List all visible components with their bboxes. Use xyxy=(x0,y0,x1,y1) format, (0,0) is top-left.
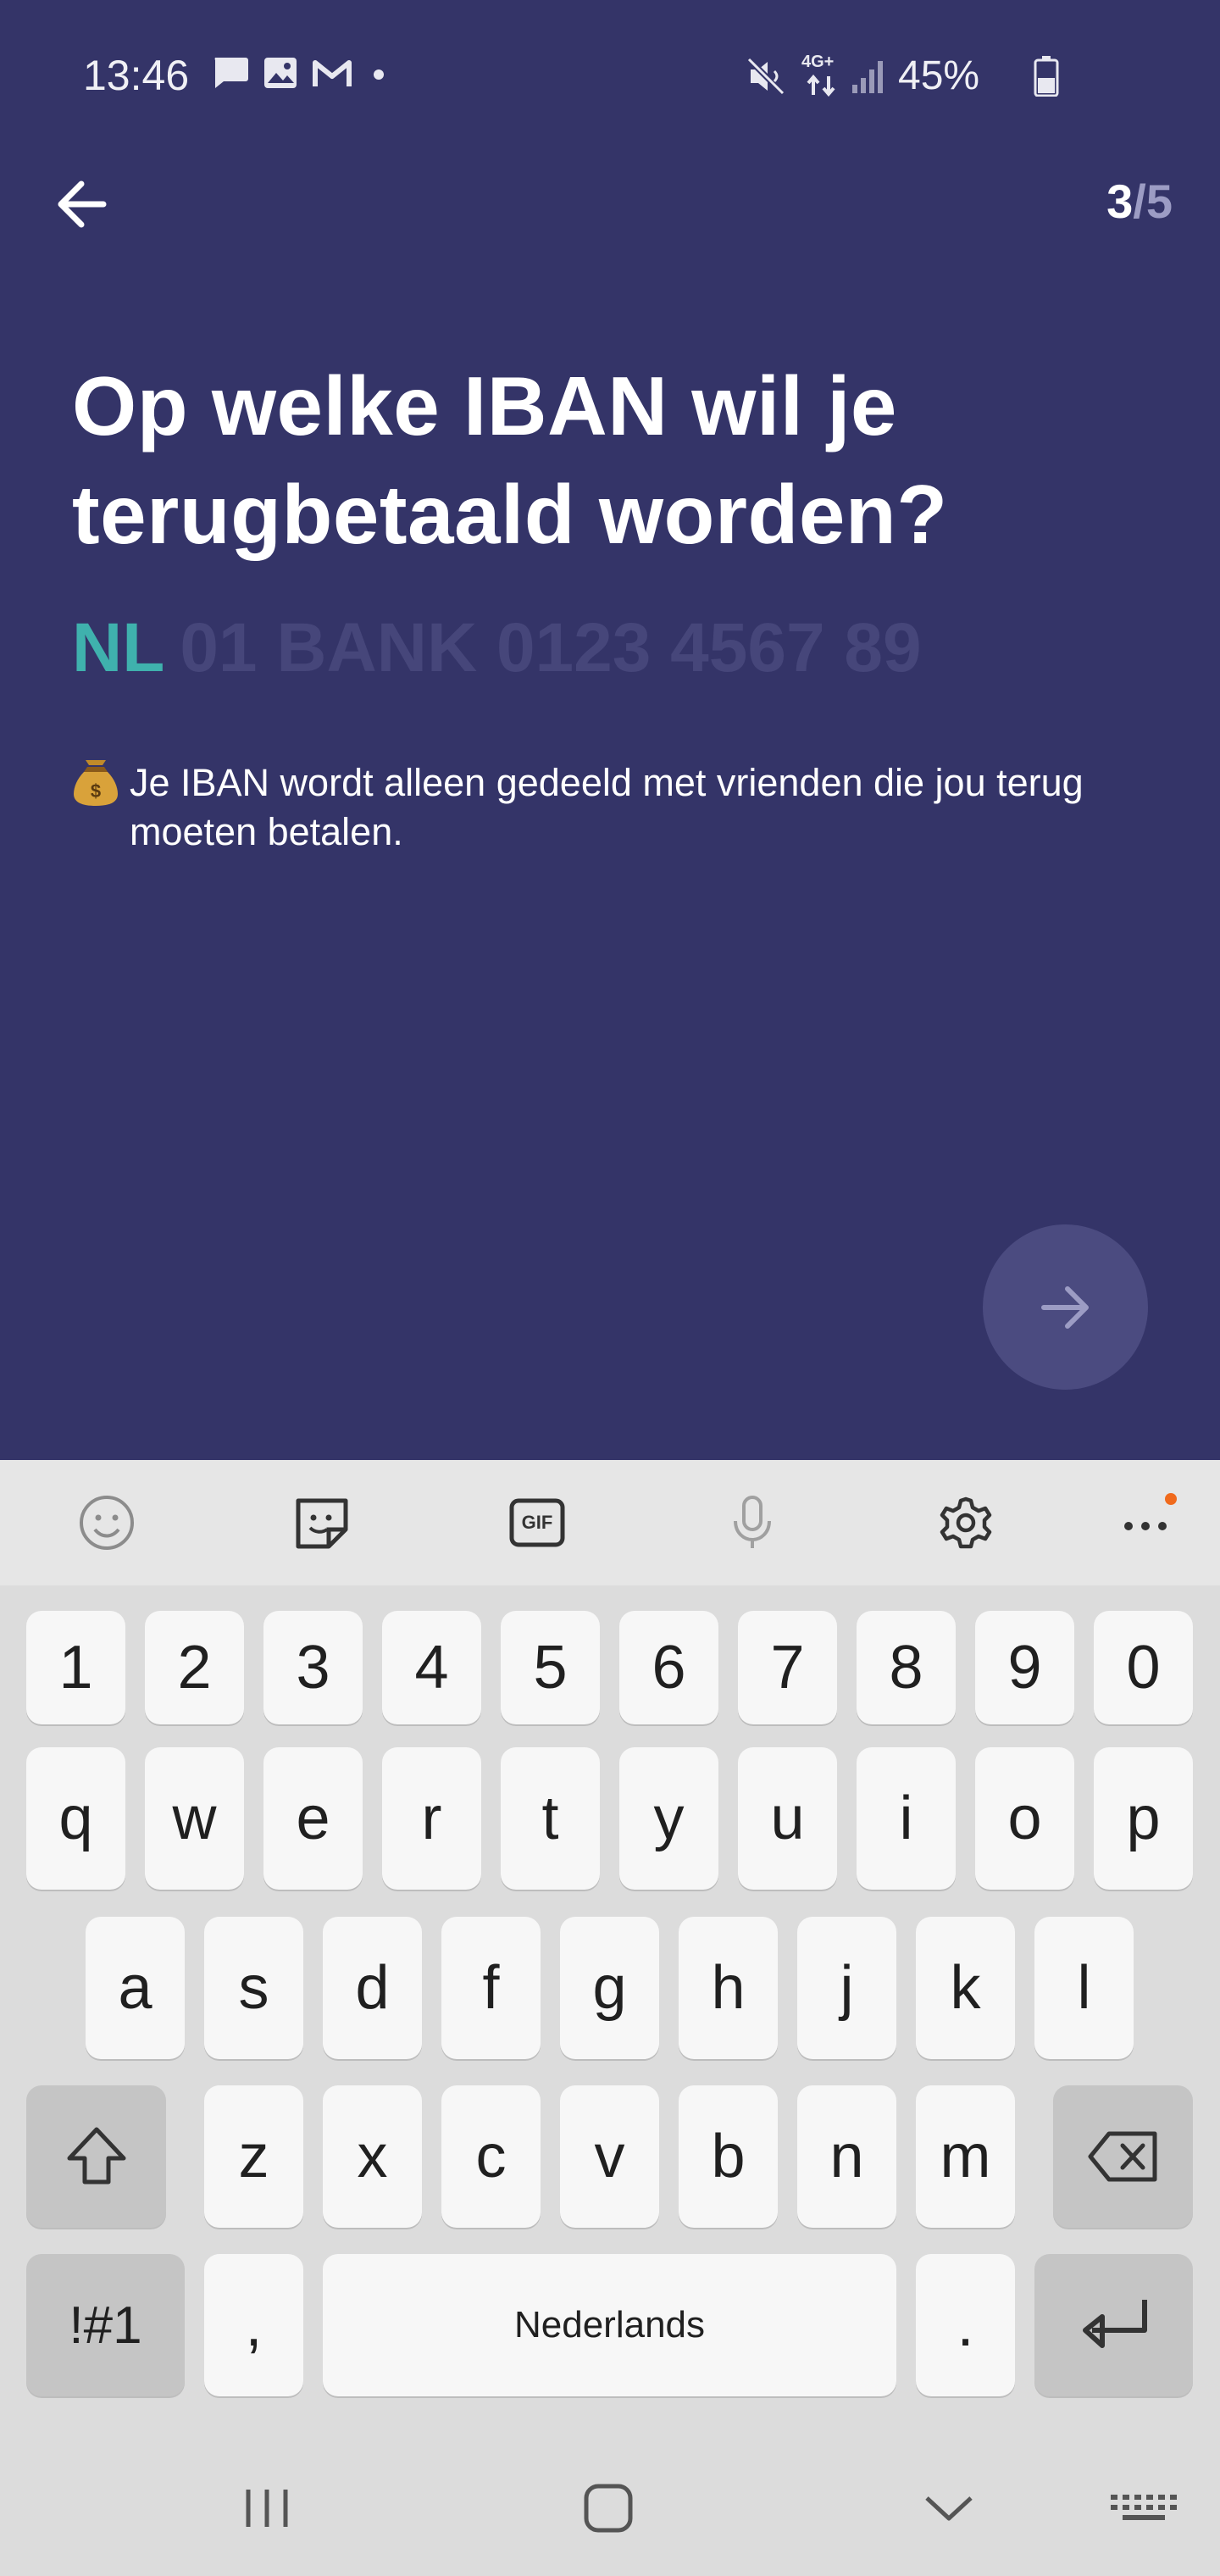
message-icon xyxy=(212,56,249,94)
step-indicator: 3/5 xyxy=(1106,174,1173,229)
key-g[interactable]: g xyxy=(560,1917,659,2059)
home-icon[interactable] xyxy=(574,2474,642,2542)
key-3[interactable]: 3 xyxy=(263,1611,363,1724)
microphone-icon[interactable] xyxy=(722,1492,783,1553)
symbols-key[interactable]: !#1 xyxy=(26,2254,185,2396)
settings-icon[interactable] xyxy=(935,1492,996,1553)
keyboard: 1 2 3 4 5 6 7 8 9 0 q w e r t y u i o p … xyxy=(0,1585,1220,2407)
enter-icon xyxy=(1082,2300,1147,2348)
key-v[interactable]: v xyxy=(560,2085,659,2228)
battery-level: 45% xyxy=(898,53,980,98)
system-icons: 4G+ 45% xyxy=(746,49,1220,100)
keyboard-switch-icon[interactable] xyxy=(1106,2474,1182,2542)
key-1[interactable]: 1 xyxy=(26,1611,125,1724)
period-key[interactable]: . xyxy=(916,2254,1015,2396)
emoji-icon[interactable] xyxy=(76,1492,137,1553)
key-d[interactable]: d xyxy=(323,1917,422,2059)
next-button[interactable] xyxy=(983,1224,1148,1390)
key-7[interactable]: 7 xyxy=(738,1611,837,1724)
iban-input[interactable] xyxy=(180,608,1028,688)
image-icon xyxy=(263,56,298,94)
step-separator: / xyxy=(1133,175,1146,228)
hide-keyboard-icon[interactable] xyxy=(915,2474,983,2542)
key-4[interactable]: 4 xyxy=(382,1611,481,1724)
dot-icon xyxy=(366,56,391,94)
sticker-icon[interactable] xyxy=(291,1492,352,1553)
recent-apps-icon[interactable] xyxy=(233,2474,301,2542)
key-a[interactable]: a xyxy=(86,1917,185,2059)
gif-icon[interactable]: GIF xyxy=(507,1492,568,1553)
key-h[interactable]: h xyxy=(679,1917,778,2059)
backspace-icon xyxy=(1088,2131,1156,2182)
key-l[interactable]: l xyxy=(1034,1917,1134,2059)
key-6[interactable]: 6 xyxy=(619,1611,718,1724)
status-bar: 13:46 4G+ 45% xyxy=(0,0,1220,153)
gif-label: GIF xyxy=(521,1512,553,1533)
key-c[interactable]: c xyxy=(441,2085,541,2228)
onboarding-screen: 13:46 4G+ 45% 3/5 Op welke IBAN wil je t… xyxy=(0,0,1220,1460)
navigation-bar xyxy=(0,2440,1220,2576)
key-w[interactable]: w xyxy=(145,1747,244,1890)
svg-text:$: $ xyxy=(91,780,101,802)
gmail-icon xyxy=(312,56,352,94)
key-0[interactable]: 0 xyxy=(1094,1611,1193,1724)
key-p[interactable]: p xyxy=(1094,1747,1193,1890)
key-r[interactable]: r xyxy=(382,1747,481,1890)
back-button[interactable] xyxy=(51,174,112,235)
step-current: 3 xyxy=(1106,175,1134,228)
mute-icon xyxy=(746,56,786,101)
page-title: Op welke IBAN wil je terugbetaald worden… xyxy=(72,359,948,561)
key-n[interactable]: n xyxy=(797,2085,896,2228)
info-note: $ Je IBAN wordt alleen gedeeld met vrien… xyxy=(72,758,1140,857)
arrow-right-icon xyxy=(1040,1285,1089,1329)
key-9[interactable]: 9 xyxy=(975,1611,1074,1724)
money-bag-icon: $ xyxy=(72,758,119,808)
more-icon[interactable] xyxy=(1117,1492,1178,1553)
key-t[interactable]: t xyxy=(501,1747,600,1890)
enter-key[interactable] xyxy=(1034,2254,1193,2396)
key-y[interactable]: y xyxy=(619,1747,718,1890)
shift-icon xyxy=(67,2127,125,2185)
step-total: 5 xyxy=(1145,175,1173,228)
4g-icon: 4G+ xyxy=(801,53,844,98)
key-i[interactable]: i xyxy=(857,1747,956,1890)
key-5[interactable]: 5 xyxy=(501,1611,600,1724)
key-f[interactable]: f xyxy=(441,1917,541,2059)
key-2[interactable]: 2 xyxy=(145,1611,244,1724)
key-b[interactable]: b xyxy=(679,2085,778,2228)
signal-icon xyxy=(851,58,888,99)
status-time: 13:46 xyxy=(83,52,190,99)
arrow-left-icon xyxy=(58,180,107,228)
key-u[interactable]: u xyxy=(738,1747,837,1890)
key-m[interactable]: m xyxy=(916,2085,1015,2228)
key-e[interactable]: e xyxy=(263,1747,363,1890)
key-x[interactable]: x xyxy=(323,2085,422,2228)
key-s[interactable]: s xyxy=(204,1917,303,2059)
iban-country-prefix: NL xyxy=(72,609,165,686)
key-o[interactable]: o xyxy=(975,1747,1074,1890)
info-text: Je IBAN wordt alleen gedeeld met vriende… xyxy=(130,761,1084,853)
key-j[interactable]: j xyxy=(797,1917,896,2059)
comma-key[interactable]: , xyxy=(204,2254,303,2396)
key-q[interactable]: q xyxy=(26,1747,125,1890)
key-z[interactable]: z xyxy=(204,2085,303,2228)
backspace-key[interactable] xyxy=(1053,2085,1193,2228)
iban-field[interactable]: NL xyxy=(72,606,1028,691)
key-8[interactable]: 8 xyxy=(857,1611,956,1724)
notification-icons xyxy=(212,56,391,94)
battery-icon xyxy=(1034,56,1059,101)
key-k[interactable]: k xyxy=(916,1917,1015,2059)
shift-key[interactable] xyxy=(26,2085,166,2228)
space-key[interactable]: Nederlands xyxy=(323,2254,896,2396)
keyboard-toolbar: GIF xyxy=(0,1460,1220,1585)
